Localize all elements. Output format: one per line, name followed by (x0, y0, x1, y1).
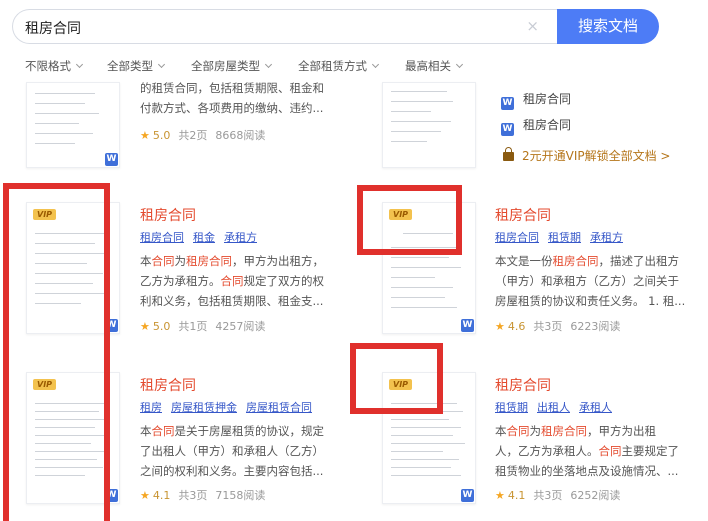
doc-meta: ★ 5.0 共1页 4257阅读 (140, 320, 266, 333)
clear-icon[interactable]: × (526, 17, 539, 35)
word-icon: W (501, 97, 514, 110)
tag-link[interactable]: 租赁期 (495, 401, 528, 414)
tag-link[interactable]: 承租人 (579, 401, 612, 414)
search-input[interactable]: 租房合同 × (12, 9, 557, 44)
doc-description: 的租赁合同，包括租赁期限、租金和 付款方式、各项费用的缴纳、违约... (140, 81, 324, 115)
filter-format[interactable]: 不限格式 (25, 58, 84, 74)
star-icon: ★ (140, 320, 150, 333)
doc-meta: ★ 4.1 共3页 7158阅读 (140, 489, 266, 502)
doc-thumbnail[interactable]: VIP W (382, 202, 476, 334)
filter-type[interactable]: 全部类型 (107, 58, 166, 74)
word-icon: W (105, 319, 118, 332)
doc-thumbnail[interactable]: W (26, 82, 120, 168)
filter-sort[interactable]: 最高相关 (405, 58, 464, 74)
doc-meta: ★ 4.6 共3页 6223阅读 (495, 320, 621, 333)
vip-badge: VIP (33, 379, 57, 390)
doc-tags: 租房合同 租金 承租方 (140, 229, 266, 245)
word-icon: W (501, 123, 514, 136)
tag-link[interactable]: 出租人 (537, 401, 570, 414)
vip-badge: VIP (389, 379, 413, 390)
vip-badge: VIP (389, 209, 413, 220)
doc-thumbnail[interactable]: VIP W (382, 372, 476, 504)
doc-title[interactable]: 租房合同 (140, 205, 196, 225)
star-icon: ★ (495, 320, 505, 333)
tag-link[interactable]: 租房 (140, 401, 162, 414)
word-icon: W (105, 153, 118, 166)
chevron-down-icon (371, 60, 380, 69)
tag-link[interactable]: 承租方 (224, 231, 257, 244)
tag-link[interactable]: 租房合同 (495, 231, 539, 244)
doc-thumbnail[interactable]: VIP W (26, 372, 120, 504)
tag-link[interactable]: 房屋租赁押金 (171, 401, 237, 414)
doc-description: 本合同为租房合同，甲方为出租 人，乙方为承租人。合同主要规定了 租赁物业的坐落地… (495, 424, 679, 478)
word-icon: W (461, 319, 474, 332)
doc-thumbnail[interactable]: VIP W (26, 202, 120, 334)
tag-link[interactable]: 租房合同 (140, 231, 184, 244)
doc-thumbnail[interactable] (382, 82, 476, 168)
search-query-text: 租房合同 (25, 21, 81, 37)
doc-meta: ★ 4.1 共3页 6252阅读 (495, 489, 621, 502)
lock-icon (503, 147, 514, 161)
tag-link[interactable]: 租赁期 (548, 231, 581, 244)
word-icon: W (105, 489, 118, 502)
doc-title[interactable]: 租房合同 (140, 375, 196, 395)
tag-link[interactable]: 承租方 (590, 231, 623, 244)
doc-meta: ★ 5.0 共2页 8668阅读 (140, 129, 266, 142)
chevron-down-icon (264, 60, 273, 69)
chevron-down-icon (157, 60, 166, 69)
search-button[interactable]: 搜索文档 (557, 9, 659, 44)
doc-description: 本文是一份租房合同，描述了出租方 （甲方）和承租方（乙方）之间关于 房屋租赁的协… (495, 254, 686, 308)
vip-unlock-link[interactable]: 2元开通VIP解锁全部文档 > (503, 147, 671, 164)
related-doc-link[interactable]: W 租房合同 (501, 90, 571, 110)
doc-tags: 租房 房屋租赁押金 房屋租赁合同 (140, 399, 321, 415)
filter-lease-type[interactable]: 全部租赁方式 (298, 58, 380, 74)
doc-tags: 租赁期 出租人 承租人 (495, 399, 621, 415)
doc-tags: 租房合同 租赁期 承租方 (495, 229, 632, 245)
chevron-down-icon (455, 60, 464, 69)
chevron-down-icon (75, 60, 84, 69)
tag-link[interactable]: 租金 (193, 231, 215, 244)
star-icon: ★ (140, 129, 150, 142)
doc-title[interactable]: 租房合同 (495, 375, 551, 395)
word-icon: W (461, 489, 474, 502)
doc-description: 本合同是关于房屋租赁的协议，规定 了出租人（甲方）和承租人（乙方） 之间的权利和… (140, 424, 324, 478)
doc-title[interactable]: 租房合同 (495, 205, 551, 225)
doc-description: 本合同为租房合同，甲方为出租方， 乙方为承租方。合同规定了双方的权 利和义务，包… (140, 254, 324, 308)
tag-link[interactable]: 房屋租赁合同 (246, 401, 312, 414)
star-icon: ★ (140, 489, 150, 502)
star-icon: ★ (495, 489, 505, 502)
filter-house-type[interactable]: 全部房屋类型 (191, 58, 273, 74)
related-doc-link[interactable]: W 租房合同 (501, 116, 571, 136)
vip-badge: VIP (33, 209, 57, 220)
